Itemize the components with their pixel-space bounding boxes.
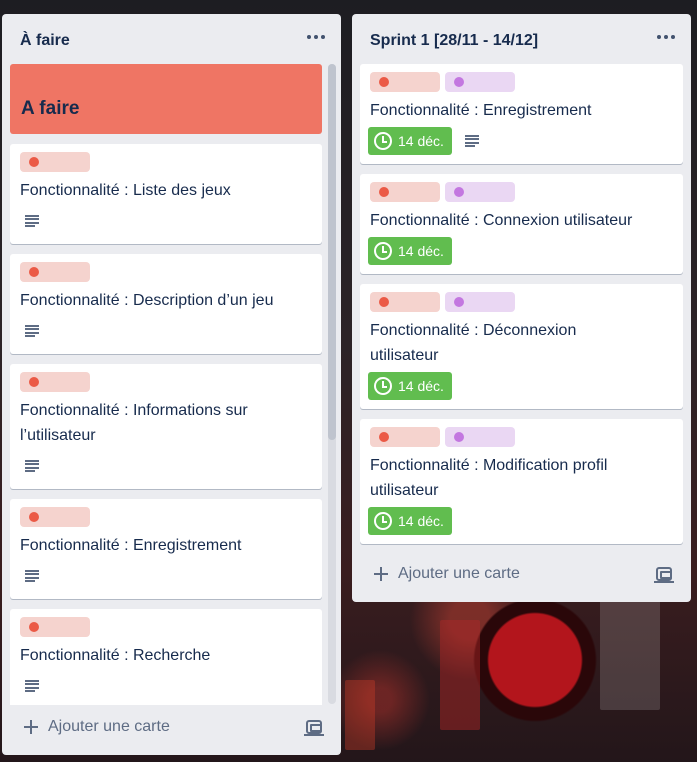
description-icon [25,215,39,227]
list-header: Sprint 1 [28/11 - 14/12] [352,14,691,66]
card-title: Fonctionnalité : Enregistrement [20,537,242,554]
plus-icon [374,567,388,581]
card-title: Fonctionnalité : Description d’un jeu [20,292,274,309]
background-photo-sign [345,680,375,750]
card-title: Fonctionnalité : Enregistrement [370,102,592,119]
card-title-line-1: Fonctionnalité : Déconnexion [370,322,577,339]
card-title-line-1: Fonctionnalité : Informations sur [20,402,248,419]
card-title-line-2: utilisateur [370,347,439,364]
card-title-line-2: utilisateur [370,482,439,499]
list-a-faire: À faire A faire Fonctionnalité : Liste d… [2,14,341,755]
label-red[interactable] [370,182,440,202]
list-scrollbar[interactable] [328,64,336,704]
card[interactable]: Fonctionnalité : Liste des jeux [10,144,322,244]
card[interactable]: Fonctionnalité : Modification profil uti… [360,419,683,544]
description-icon [25,460,39,472]
clock-icon [374,377,392,395]
card[interactable]: Fonctionnalité : Description d’un jeu [10,254,322,354]
due-date-badge[interactable]: 14 déc. [368,507,452,535]
label-red[interactable] [370,292,440,312]
add-card-label: Ajouter une carte [48,718,170,735]
clock-icon [374,512,392,530]
due-date-text: 14 déc. [398,243,444,259]
list-title[interactable]: Sprint 1 [28/11 - 14/12] [370,32,538,50]
background-photo-sign [440,620,480,730]
cover-card[interactable]: A faire [10,64,322,134]
card-title-line-1: Fonctionnalité : Modification profil [370,457,608,474]
description-icon [465,135,479,147]
due-date-text: 14 déc. [398,133,444,149]
card-template-icon[interactable] [654,567,674,583]
due-date-badge[interactable]: 14 déc. [368,237,452,265]
list-title[interactable]: À faire [20,32,70,50]
label-purple[interactable] [445,292,515,312]
label-red[interactable] [370,72,440,92]
clock-icon [374,132,392,150]
card[interactable]: Fonctionnalité : Déconnexion utilisateur… [360,284,683,409]
clock-icon [374,242,392,260]
card-template-icon[interactable] [304,720,324,736]
label-red[interactable] [20,507,90,527]
scrollbar-thumb[interactable] [328,64,336,440]
label-red[interactable] [20,372,90,392]
card-title-line-2: l’utilisateur [20,427,96,444]
label-red[interactable] [20,262,90,282]
card[interactable]: Fonctionnalité : Enregistrement 14 déc. [360,64,683,164]
card-list: Fonctionnalité : Enregistrement 14 déc. … [360,64,683,552]
card[interactable]: Fonctionnalité : Informations sur l’util… [10,364,322,489]
description-icon [25,680,39,692]
due-date-badge[interactable]: 14 déc. [368,127,452,155]
plus-icon [24,720,38,734]
label-purple[interactable] [445,72,515,92]
label-red[interactable] [20,152,90,172]
ellipsis-icon[interactable] [305,30,327,44]
card-title: A faire [21,98,80,119]
card-title: Fonctionnalité : Recherche [20,647,211,664]
due-date-badge[interactable]: 14 déc. [368,372,452,400]
card[interactable]: Fonctionnalité : Recherche [10,609,322,705]
label-purple[interactable] [445,182,515,202]
ellipsis-icon[interactable] [655,30,677,44]
add-card-label: Ajouter une carte [398,565,520,582]
description-icon [25,325,39,337]
list-sprint-1: Sprint 1 [28/11 - 14/12] Fonctionnalité … [352,14,691,602]
card[interactable]: Fonctionnalité : Enregistrement [10,499,322,599]
label-red[interactable] [370,427,440,447]
list-header: À faire [2,14,341,66]
card-title: Fonctionnalité : Liste des jeux [20,182,231,199]
card-list: A faire Fonctionnalité : Liste des jeux … [10,64,322,705]
due-date-text: 14 déc. [398,378,444,394]
label-red[interactable] [20,617,90,637]
label-purple[interactable] [445,427,515,447]
card[interactable]: Fonctionnalité : Connexion utilisateur 1… [360,174,683,274]
card-title: Fonctionnalité : Connexion utilisateur [370,212,633,229]
due-date-text: 14 déc. [398,513,444,529]
description-icon [25,570,39,582]
